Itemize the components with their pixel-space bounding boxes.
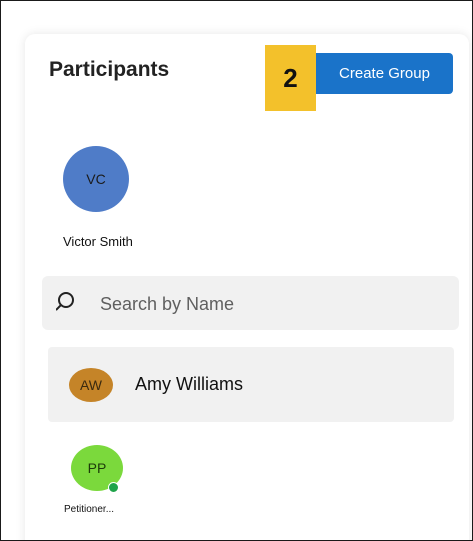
create-group-button[interactable]: Create Group	[316, 53, 453, 94]
participant-initials: PP	[87, 460, 107, 476]
search-icon	[56, 292, 74, 311]
step-number-badge: 2	[265, 45, 316, 111]
current-user-initials: VC	[86, 171, 106, 187]
participant-name: Amy Williams	[135, 374, 243, 394]
page-title: Participants	[49, 58, 170, 81]
participant-initials: AW	[79, 377, 103, 393]
participant-avatar: AW	[69, 368, 113, 402]
current-user-avatar[interactable]: VC	[63, 146, 129, 212]
participant-row-amy-williams[interactable]: AW Amy Williams	[48, 347, 454, 422]
search-input[interactable]	[98, 288, 442, 320]
current-user-name: Victor Smith	[63, 234, 133, 249]
window-frame: Participants 2 Create Group VC Victor Sm…	[0, 0, 473, 541]
online-status-icon	[108, 482, 119, 493]
participant-name-petitioner: Petitioner...	[64, 504, 115, 515]
search-bar[interactable]	[42, 276, 459, 330]
